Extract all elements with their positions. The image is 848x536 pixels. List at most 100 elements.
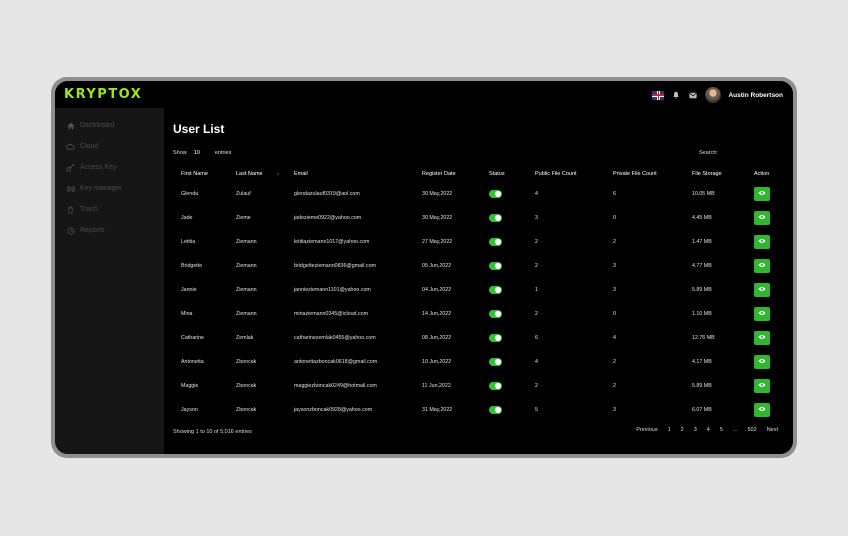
cell-first-name: Glenda: [181, 191, 199, 197]
cell-last-name: Ziemann: [236, 311, 257, 317]
col-public-file-count[interactable]: Public File Count: [535, 166, 613, 182]
table-row: Bridgette Ziemann bridgetteziemann0836@gma…: [173, 254, 787, 278]
page-4[interactable]: 4: [702, 427, 715, 433]
username[interactable]: Austin Robertson: [728, 92, 783, 99]
view-button[interactable]: [754, 259, 770, 273]
key-icon: [66, 163, 75, 172]
avatar[interactable]: [705, 87, 722, 103]
cell-action: [754, 182, 787, 206]
page-ellipsis: ...: [732, 427, 738, 433]
mail-icon[interactable]: [688, 90, 698, 100]
view-button[interactable]: [754, 235, 770, 249]
view-button[interactable]: [754, 403, 770, 417]
status-toggle[interactable]: [489, 334, 502, 342]
col-last-name[interactable]: Last Name ↓: [236, 166, 294, 182]
col-register-date[interactable]: Register Date: [422, 166, 489, 182]
sidebar-item-label: Reports: [80, 227, 105, 234]
cell-public-file-count: 4: [535, 191, 538, 197]
col-private-file-count[interactable]: Private File Count: [613, 166, 692, 182]
cell-public-file-count: 4: [535, 359, 538, 365]
status-toggle[interactable]: [489, 358, 502, 366]
cloud-icon: [66, 142, 75, 151]
cell-action: [754, 254, 787, 278]
cell-public-file-count: 2: [535, 311, 538, 317]
cell-first-name: Maggie: [181, 383, 199, 389]
cell-private-file-count: 3: [613, 287, 616, 293]
sidebar-item-trash[interactable]: Trash: [55, 199, 164, 220]
col-first-name[interactable]: First Name: [173, 166, 236, 182]
view-button[interactable]: [754, 211, 770, 225]
status-toggle[interactable]: [489, 286, 502, 294]
trash-icon: [66, 205, 75, 214]
page-3[interactable]: 3: [689, 427, 702, 433]
sidebar-item-access-key[interactable]: Access Key: [55, 157, 164, 178]
kryptox-logo: KRYPTOX: [64, 87, 143, 102]
cell-register-date: 11 Jun,2022: [422, 383, 451, 389]
bell-icon[interactable]: [671, 90, 681, 100]
table-row: Jannie Ziemann jannieziemann1101@yahoo.com…: [173, 278, 787, 302]
sort-arrow-icon: ↓: [276, 171, 280, 177]
status-toggle[interactable]: [489, 262, 502, 270]
status-toggle[interactable]: [489, 406, 502, 414]
page-2[interactable]: 2: [676, 427, 689, 433]
eye-icon: [758, 238, 766, 246]
cell-register-date: 30 May,2022: [422, 191, 453, 197]
view-button[interactable]: [754, 187, 770, 201]
sidebar-item-cloud[interactable]: Cloud: [55, 136, 164, 157]
table-row: Glenda Zulauf glendazulauf0319@aol.com 30 M…: [173, 182, 787, 206]
status-toggle[interactable]: [489, 214, 502, 222]
cell-register-date: 14 Jun,2022: [422, 311, 452, 317]
uk-flag-icon[interactable]: [652, 90, 665, 100]
table-row: Letitia Ziemann letitiaziemann1017@yahoo.c…: [173, 230, 787, 254]
top-bar: KRYPTOX Austin Robertson: [55, 81, 793, 108]
cell-status: [489, 350, 535, 374]
col-status[interactable]: Status: [489, 166, 535, 182]
cell-action: [754, 278, 787, 302]
status-toggle[interactable]: [489, 190, 502, 198]
sidebar-item-reports[interactable]: Reports: [55, 220, 164, 241]
status-toggle[interactable]: [489, 238, 502, 246]
eye-icon: [758, 358, 766, 366]
col-label: Last Name: [236, 171, 263, 177]
view-button[interactable]: [754, 379, 770, 393]
cell-private-file-count: 3: [613, 407, 616, 413]
sidebar-item-key-manager[interactable]: Key manager: [55, 178, 164, 199]
view-button[interactable]: [754, 283, 770, 297]
sidebar-item-label: Dashboard: [80, 122, 115, 129]
cell-last-name: Zboncak: [236, 359, 257, 365]
page-next[interactable]: Next: [762, 427, 783, 433]
cell-email: jadezieme0922@yahoo.com: [294, 215, 362, 221]
status-toggle[interactable]: [489, 310, 502, 318]
cell-private-file-count: 2: [613, 383, 616, 389]
page-previous[interactable]: Previous: [631, 427, 662, 433]
cell-last-name: Ziemann: [236, 263, 257, 269]
cell-file-storage: 1.10 MB: [692, 311, 712, 317]
sidebar-item-dashboard[interactable]: Dashboard: [55, 115, 164, 136]
status-toggle[interactable]: [489, 382, 502, 390]
cell-action: [754, 398, 787, 422]
col-email[interactable]: Email: [294, 166, 422, 182]
view-button[interactable]: [754, 307, 770, 321]
cell-first-name: Catharine: [181, 335, 204, 341]
search-label[interactable]: Search:: [699, 150, 718, 156]
cell-action: [754, 206, 787, 230]
cell-action: [754, 326, 787, 350]
view-button[interactable]: [754, 331, 770, 345]
cell-file-storage: 4.77 MB: [692, 263, 712, 269]
sidebar-item-label: Trash: [80, 206, 98, 213]
cell-private-file-count: 2: [613, 359, 616, 365]
page-1[interactable]: 1: [663, 427, 676, 433]
page-502[interactable]: 502: [743, 427, 762, 433]
eye-icon: [758, 334, 766, 342]
cell-file-storage: 5.89 MB: [692, 383, 712, 389]
entries-select[interactable]: 10: [194, 150, 200, 156]
cell-register-date: 08 Jun,2022: [422, 335, 452, 341]
col-file-storage[interactable]: File Storage: [692, 166, 754, 182]
view-button[interactable]: [754, 355, 770, 369]
pagination: Previous 1 2 3 4 5 ... 502 Next: [631, 427, 783, 433]
entries-label: entries: [214, 150, 232, 156]
user-table: First Name Last Name ↓ Email Register Dat…: [173, 166, 787, 422]
page-5[interactable]: 5: [715, 427, 728, 433]
cell-status: [489, 230, 535, 254]
cell-last-name: Zemlak: [236, 335, 254, 341]
